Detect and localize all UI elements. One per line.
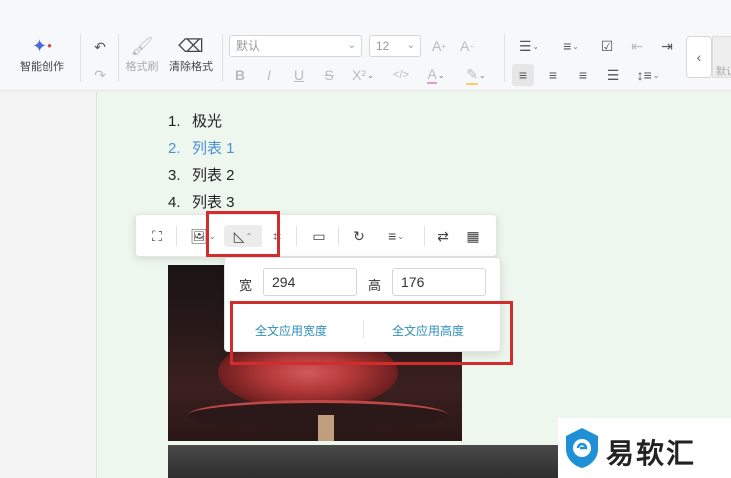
toolbar-scroll-left-button[interactable]: ‹ — [686, 36, 712, 78]
strikethrough-icon[interactable]: S — [318, 64, 340, 86]
chevron-down-icon: ⌄ — [347, 40, 356, 51]
list-item[interactable]: 4. 列表 3 — [168, 189, 235, 216]
left-gutter — [0, 92, 96, 478]
format-painter-button[interactable]: 🖌 格式刷 — [122, 34, 162, 74]
toolbar-divider — [222, 34, 223, 82]
undo-icon[interactable]: ↶ — [89, 36, 111, 58]
toolbar-divider — [80, 34, 81, 82]
chevron-down-icon: ⌄ — [397, 231, 404, 241]
list-number: 2. — [168, 140, 181, 157]
list-number: 1. — [168, 113, 181, 130]
width-label: 宽 — [239, 278, 253, 293]
logo-shield-icon — [566, 428, 598, 468]
watermark-logo: 易软汇 — [558, 418, 731, 478]
style-preset-partial[interactable]: 默认 — [712, 36, 731, 78]
list-item[interactable]: 2. 列表 1 — [168, 135, 235, 162]
list-item[interactable]: 1. 极光 — [168, 108, 235, 135]
bullet-list-icon[interactable]: ☰ ⌄ — [512, 35, 546, 57]
increase-font-icon[interactable]: A + — [428, 35, 450, 57]
ai-create-button[interactable]: ✦● 智能创作 — [14, 34, 70, 74]
align-button[interactable]: ≡ ⌄ — [376, 225, 416, 247]
style-preset-label: 默认 — [716, 67, 731, 78]
align-left-icon: ≡ — [388, 228, 397, 244]
superscript-icon[interactable]: X² ⌄ — [348, 64, 378, 86]
image-icon: 🖼 — [190, 227, 209, 244]
list-text: 列表 3 — [192, 194, 235, 211]
popover-divider — [363, 320, 364, 338]
image-toolbar: ⛶ 🖼 ⌄ ◺ ⌃ ⌗ ▭ ↻ ≡ ⌄ ⇄ ▦ — [135, 214, 497, 257]
ordered-list: 1. 极光 2. 列表 1 3. 列表 2 4. 列表 3 — [168, 108, 235, 216]
caption-icon[interactable]: ▭ — [308, 225, 330, 247]
list-text: 列表 1 — [192, 140, 235, 157]
ai-create-label: 智能创作 — [20, 61, 64, 73]
eraser-icon: ⌫ — [178, 36, 204, 56]
paint-brush-icon: 🖌 — [130, 36, 154, 56]
redo-icon[interactable]: ↷ — [89, 64, 111, 86]
height-label: 高 — [368, 278, 382, 293]
list-number: 4. — [168, 194, 181, 211]
highlight-icon[interactable]: ✎ ⌄ — [460, 64, 492, 86]
chevron-down-icon: ⌄ — [406, 40, 415, 51]
list-number: 3. — [168, 167, 181, 184]
line-spacing-icon[interactable]: ↕≡ ⌄ — [632, 64, 664, 86]
ruler-triangle-icon: ◺ — [233, 227, 245, 244]
numbered-list-icon[interactable]: ≡ ⌄ — [554, 35, 588, 57]
editor-toolbar: ✦● 智能创作 ↶ ↷ 🖌 格式刷 ⌫ 清除格式 默认 ⌄ 12 ⌄ A + A −… — [0, 0, 731, 91]
font-size-value: 12 — [376, 39, 390, 53]
replace-image-icon[interactable]: ⇄ — [432, 225, 454, 247]
font-size-select[interactable]: 12 ⌄ — [369, 35, 421, 57]
image-size-button[interactable]: ◺ ⌃ — [224, 225, 262, 247]
toolbar-divider — [176, 226, 177, 246]
crop-icon[interactable]: ⌗ — [266, 225, 288, 247]
list-text: 极光 — [192, 113, 223, 130]
apply-height-all-link[interactable]: 全文应用高度 — [392, 322, 464, 339]
align-right-icon[interactable]: ≡ — [572, 64, 594, 86]
height-input[interactable] — [392, 268, 486, 296]
justify-icon[interactable]: ☰ — [602, 64, 624, 86]
list-text: 列表 2 — [192, 167, 235, 184]
format-painter-label: 格式刷 — [125, 61, 159, 73]
font-color-icon[interactable]: A ⌄ — [420, 64, 452, 86]
clear-format-label: 清除格式 — [169, 61, 213, 73]
align-center-icon[interactable]: ≡ — [542, 64, 564, 86]
chevron-up-icon: ⌃ — [245, 231, 253, 241]
clear-format-button[interactable]: ⌫ 清除格式 — [165, 34, 217, 74]
chevron-left-icon: ‹ — [696, 49, 702, 65]
indent-icon[interactable]: ⇥ — [656, 35, 678, 57]
underline-icon[interactable]: U — [288, 64, 310, 86]
decrease-font-icon[interactable]: A − — [456, 35, 478, 57]
toolbar-divider — [424, 226, 425, 246]
image-glow-shape — [318, 415, 334, 441]
code-icon[interactable]: </> — [390, 64, 412, 86]
toolbar-divider — [338, 226, 339, 246]
bold-icon[interactable]: B — [229, 64, 251, 86]
rotate-icon[interactable]: ↻ — [348, 225, 370, 247]
apply-width-all-link[interactable]: 全文应用宽度 — [255, 322, 327, 339]
italic-icon[interactable]: I — [258, 64, 280, 86]
font-family-select[interactable]: 默认 ⌄ — [229, 35, 362, 57]
toolbar-divider — [296, 226, 297, 246]
ocr-icon[interactable]: ⛶ — [146, 225, 168, 247]
width-input[interactable] — [263, 268, 357, 296]
toolbar-divider — [118, 34, 119, 82]
align-left-icon[interactable]: ≡ — [512, 64, 534, 86]
list-item[interactable]: 3. 列表 2 — [168, 162, 235, 189]
toolbar-divider — [504, 34, 505, 82]
second-image[interactable] — [168, 445, 568, 478]
font-family-value: 默认 — [236, 39, 261, 53]
magic-wand-icon: ✦● — [32, 36, 52, 56]
image-size-popover: 宽 高 全文应用宽度 全文应用高度 — [224, 257, 501, 352]
chevron-down-icon: ⌄ — [209, 231, 216, 241]
checkbox-list-icon[interactable]: ☑ — [596, 35, 618, 57]
outdent-icon[interactable]: ⇤ — [626, 35, 648, 57]
watermark-text: 易软汇 — [606, 437, 697, 470]
image-display-mode-button[interactable]: 🖼 ⌄ — [186, 225, 220, 247]
more-grid-icon[interactable]: ▦ — [462, 225, 484, 247]
